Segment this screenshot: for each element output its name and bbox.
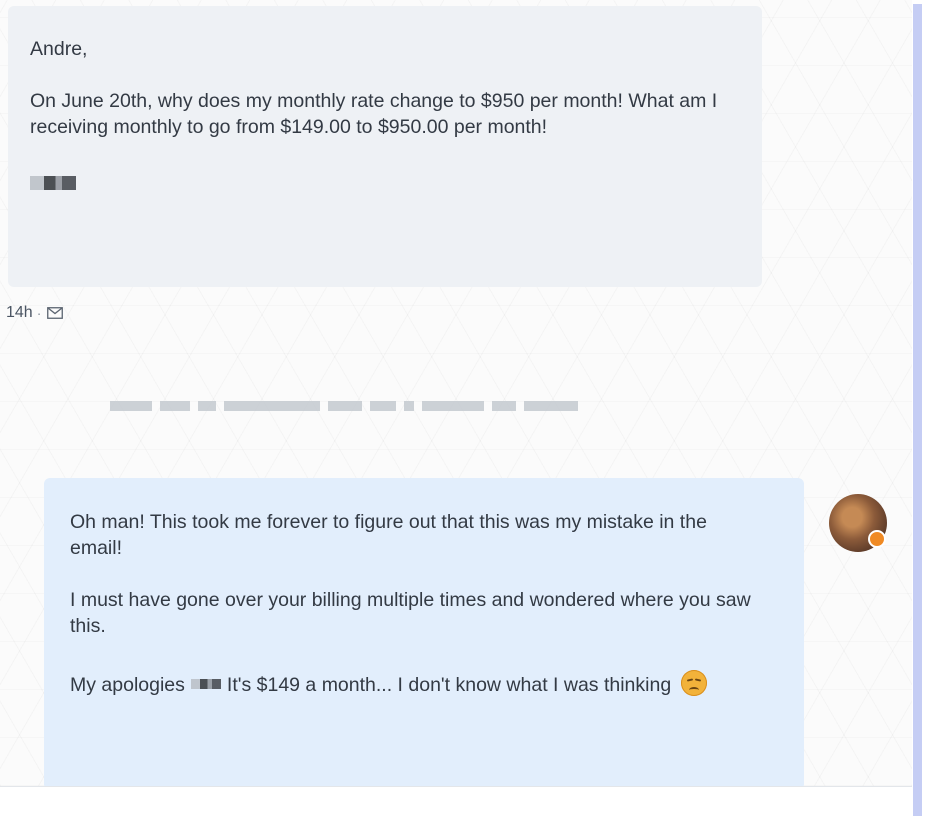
message-timestamp[interactable]: 14h bbox=[6, 304, 33, 322]
message-body: On June 20th, why does my monthly rate c… bbox=[30, 90, 718, 138]
redacted-signature bbox=[30, 175, 76, 190]
reply-clarification-text: It's $149 a month... I don't know what I… bbox=[226, 674, 672, 696]
redacted-name bbox=[190, 678, 221, 689]
composer-divider bbox=[0, 786, 912, 787]
avatar-status-badge bbox=[868, 530, 886, 548]
message-greeting: Andre, bbox=[30, 38, 88, 60]
meta-separator: · bbox=[36, 305, 42, 321]
mail-icon bbox=[47, 307, 64, 319]
redacted-event-note bbox=[110, 398, 704, 414]
outgoing-message-bubble: Oh man! This took me forever to figure o… bbox=[44, 478, 804, 786]
reply-paragraph-3: My apologies It's $149 a month... I don't… bbox=[70, 665, 784, 698]
message-meta: 14h · bbox=[6, 304, 64, 322]
incoming-message-bubble: Andre, On June 20th, why does my monthly… bbox=[8, 6, 762, 287]
reply-paragraph-1: Oh man! This took me forever to figure o… bbox=[70, 511, 707, 559]
conversation-thread: Andre, On June 20th, why does my monthly… bbox=[0, 0, 912, 786]
reply-paragraph-2: I must have gone over your billing multi… bbox=[70, 589, 751, 637]
scrollbar-thumb[interactable] bbox=[913, 4, 922, 816]
pensive-face-emoji-icon bbox=[680, 670, 707, 696]
scrollbar[interactable] bbox=[912, 0, 928, 824]
reply-apology-text: My apologies bbox=[70, 674, 185, 696]
